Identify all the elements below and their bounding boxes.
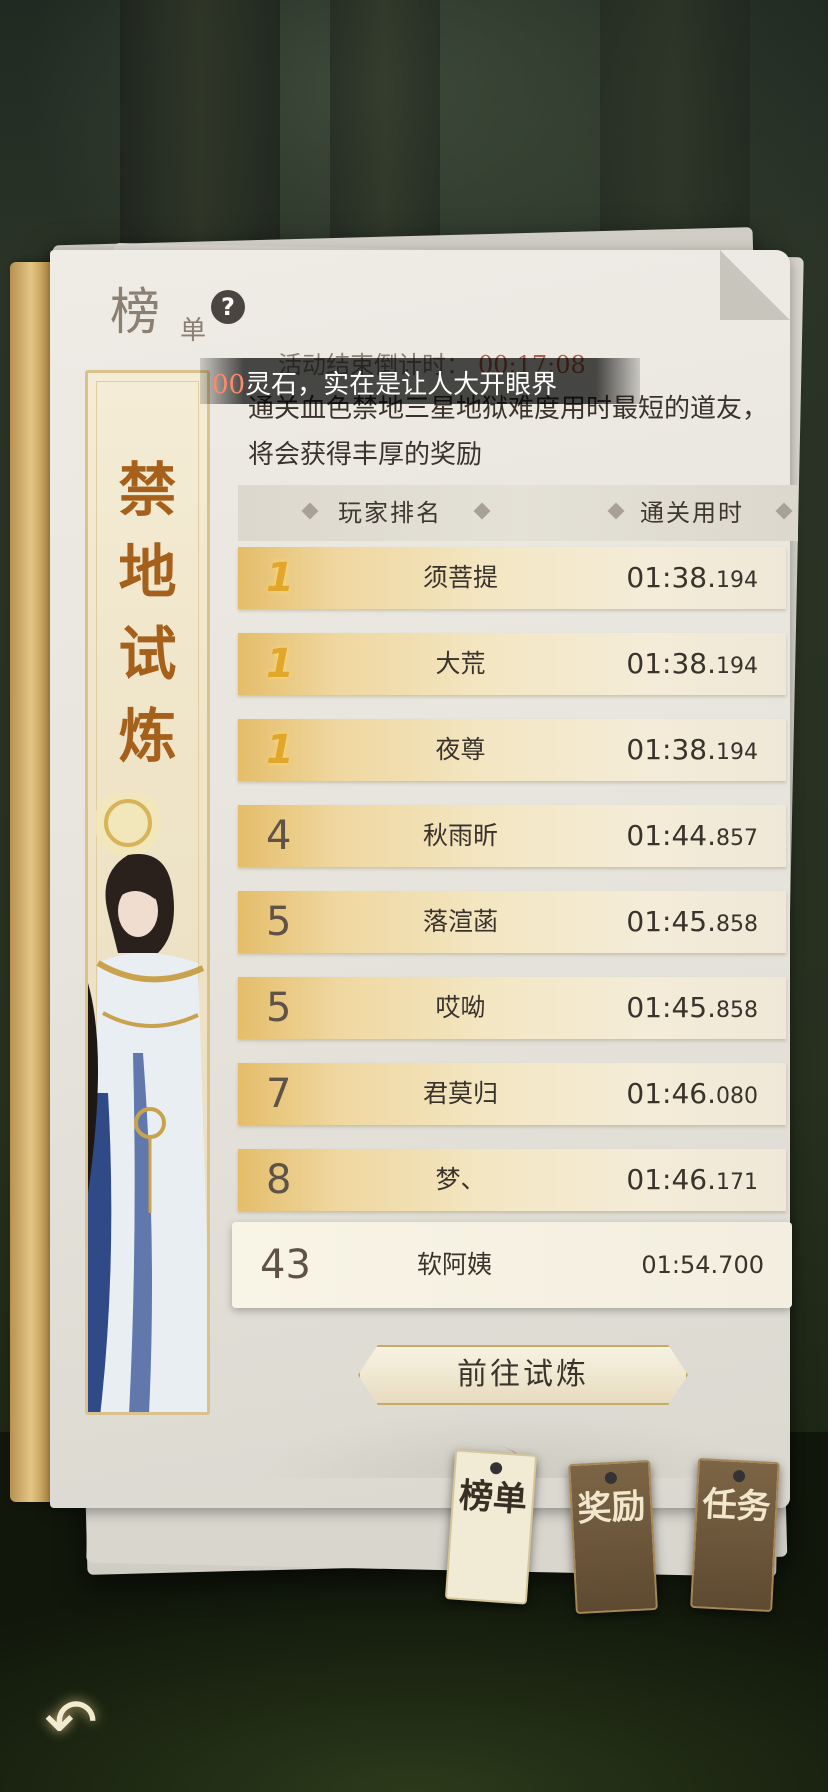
event-banner: 禁 地 试 炼 [85,370,210,1415]
diamond-icon [607,502,625,520]
banner-char: 地 [118,538,177,606]
table-row[interactable]: 1 须菩提 01:38.194 [238,547,786,609]
marquee-text: 00灵石，实在是让人大开眼界 [212,364,557,401]
go-trial-button[interactable]: 前往试炼 [358,1345,688,1405]
player-name: 落渲菡 [422,907,498,936]
my-clear-time: 01:54.700 [641,1251,764,1279]
clear-time: 01:46.080 [626,1063,758,1128]
clear-time-ms: 194 [716,740,758,765]
game-screen: 榜 单 ? 禁 地 试 炼 通关血色禁地三星地狱难度用时最短的道友，将会获得丰厚… [0,0,828,1792]
background-tree [330,0,440,250]
player-name: 秋雨昕 [422,821,498,850]
rank-number: 5 [266,899,292,945]
page-title: 榜 [110,283,162,341]
tag-hole [604,1471,618,1485]
clear-time-ms: 194 [716,568,758,593]
banner-char: 炼 [118,702,177,770]
table-row[interactable]: 4 秋雨昕 01:44.857 [238,805,786,867]
rank-number: 8 [266,1157,292,1203]
table-row[interactable]: 1 大荒 01:38.194 [238,633,786,695]
rank-number: 1 [266,641,294,687]
my-player-name: 软阿姨 [416,1250,492,1279]
clear-time-main: 01:45. [626,905,716,938]
clear-time-main: 01:44. [626,819,716,852]
player-name: 须菩提 [422,563,498,592]
clear-time-ms: 858 [716,998,758,1023]
my-rank-row[interactable]: 43 软阿姨 01:54.700 [232,1222,792,1308]
table-row[interactable]: 5 哎呦 01:45.858 [238,977,786,1039]
tab-label: 奖励 [576,1486,647,1530]
table-row[interactable]: 7 君莫归 01:46.080 [238,1063,786,1125]
character-portrait [88,793,207,1412]
page-title-sub: 单 [180,316,207,346]
player-name: 夜尊 [435,735,486,764]
player-name: 君莫归 [422,1079,498,1108]
clear-time-ms: 171 [716,1170,758,1195]
tab-tasks[interactable]: 任务 [690,1457,780,1613]
marquee-prefix: 00 [212,370,246,400]
clear-time-main: 01:38. [626,647,716,680]
tab-label: 榜单 [457,1475,529,1521]
clear-time: 01:38.194 [626,633,758,698]
column-header-time: 通关用时 [640,499,744,527]
clear-time-ms: 857 [716,826,758,851]
clear-time-main: 01:38. [626,733,716,766]
question-circle-icon[interactable]: ? [211,290,245,324]
rank-number: 4 [266,813,292,859]
clear-time: 01:44.857 [626,805,758,870]
back-arrow-icon[interactable]: ↶ [38,1690,104,1756]
background-tree [120,0,280,260]
tab-rewards[interactable]: 奖励 [568,1459,658,1615]
clear-time: 01:46.171 [626,1149,758,1214]
table-row[interactable]: 8 梦、 01:46.171 [238,1149,786,1211]
diamond-icon [301,502,319,520]
clear-time: 01:45.858 [626,977,758,1042]
clear-time: 01:45.858 [626,891,758,956]
clear-time: 01:38.194 [626,547,758,612]
rank-number: 7 [266,1071,292,1117]
player-name: 梦、 [435,1165,486,1194]
clear-time-main: 01:38. [626,561,716,594]
clear-time-ms: 858 [716,912,758,937]
player-name: 哎呦 [435,993,486,1022]
player-name: 大荒 [435,649,486,678]
table-header: 玩家排名 通关用时 [238,485,798,541]
banner-char: 试 [118,620,177,688]
table-row[interactable]: 1 夜尊 01:38.194 [238,719,786,781]
page-fold [720,250,790,320]
diamond-icon [775,502,793,520]
tab-label: 任务 [701,1484,772,1528]
rank-number: 5 [266,985,292,1031]
clear-time-ms: 194 [716,654,758,679]
background-tree [600,0,750,250]
table-row[interactable]: 5 落渲菡 01:45.858 [238,891,786,953]
my-rank-number: 43 [260,1242,311,1288]
clear-time: 01:38.194 [626,719,758,784]
tag-hole [489,1461,503,1475]
clear-time-main: 01:46. [626,1077,716,1110]
column-header-player: 玩家排名 [338,499,442,527]
clear-time-main: 01:46. [626,1163,716,1196]
clear-time-main: 01:45. [626,991,716,1024]
clear-time-ms: 080 [716,1084,758,1109]
marquee-message: 灵石，实在是让人大开眼界 [245,370,558,400]
rank-number: 1 [266,727,294,773]
banner-char: 禁 [118,456,177,524]
diamond-icon [473,502,491,520]
tab-leaderboard[interactable]: 榜单 [444,1449,538,1605]
rank-number: 1 [266,555,294,601]
tag-hole [732,1469,746,1483]
